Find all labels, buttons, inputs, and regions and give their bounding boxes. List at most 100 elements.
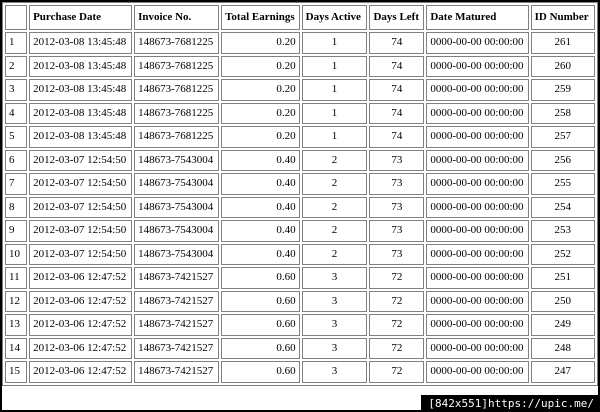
table-row: 12 2012-03-06 12:47:52 148673-7421527 0.60 3…	[5, 290, 595, 312]
table-row: 5 2012-03-08 13:45:48 148673-7681225 0.20 1 7…	[5, 126, 595, 148]
table-row: 11 2012-03-06 12:47:52 148673-7421527 0.60 3…	[5, 267, 595, 289]
days-left-cell: 74	[369, 102, 425, 124]
days-left-cell: 74	[369, 126, 425, 148]
id-number-cell: 259	[530, 79, 595, 101]
id-number-cell: 261	[530, 32, 595, 54]
screenshot-frame: Purchase Date Invoice No. Total Earnings…	[0, 0, 600, 412]
purchase-date-cell: 2012-03-08 13:45:48	[29, 102, 133, 124]
row-index-cell: 7	[5, 173, 28, 195]
days-left-cell: 73	[369, 243, 425, 265]
invoice-no-cell: 148673-7681225	[134, 55, 220, 77]
invoice-no-cell: 148673-7421527	[134, 361, 220, 383]
days-left-cell: 72	[369, 361, 425, 383]
row-index-cell: 2	[5, 55, 28, 77]
invoice-no-cell: 148673-7543004	[134, 196, 220, 218]
purchase-date-cell: 2012-03-08 13:45:48	[29, 32, 133, 54]
table-row: 1 2012-03-08 13:45:48 148673-7681225 0.20 1 7…	[5, 32, 595, 54]
table-row: 8 2012-03-07 12:54:50 148673-7543004 0.40 2 7…	[5, 196, 595, 218]
row-index-cell: 12	[5, 290, 28, 312]
purchase-date-cell: 2012-03-06 12:47:52	[29, 361, 133, 383]
days-left-cell: 73	[369, 220, 425, 242]
days-active-cell: 1	[301, 79, 368, 101]
invoice-no-cell: 148673-7421527	[134, 337, 220, 359]
days-left-cell: 73	[369, 173, 425, 195]
purchase-date-cell: 2012-03-08 13:45:48	[29, 126, 133, 148]
row-index-cell: 10	[5, 243, 28, 265]
days-active-cell: 3	[301, 267, 368, 289]
watermark-text: [842x551]https://upic.me/	[421, 395, 600, 412]
date-matured-cell: 0000-00-00 00:00:00	[426, 196, 529, 218]
days-active-cell: 1	[301, 32, 368, 54]
purchase-date-cell: 2012-03-06 12:47:52	[29, 314, 133, 336]
purchase-date-cell: 2012-03-08 13:45:48	[29, 55, 133, 77]
invoice-no-cell: 148673-7681225	[134, 102, 220, 124]
days-active-cell: 3	[301, 314, 368, 336]
days-left-cell: 72	[369, 290, 425, 312]
purchase-date-cell: 2012-03-07 12:54:50	[29, 243, 133, 265]
table-row: 7 2012-03-07 12:54:50 148673-7543004 0.40 2 7…	[5, 173, 595, 195]
invoice-no-cell: 148673-7543004	[134, 173, 220, 195]
date-matured-cell: 0000-00-00 00:00:00	[426, 32, 529, 54]
table-head: Purchase Date Invoice No. Total Earnings…	[5, 5, 595, 30]
purchase-date-cell: 2012-03-06 12:47:52	[29, 267, 133, 289]
days-active-cell: 1	[301, 102, 368, 124]
column-header-id-number: ID Number	[530, 5, 595, 30]
column-header-days-active: Days Active	[301, 5, 368, 30]
total-earnings-cell: 0.60	[221, 267, 300, 289]
days-left-cell: 74	[369, 55, 425, 77]
total-earnings-cell: 0.40	[221, 196, 300, 218]
total-earnings-cell: 0.60	[221, 361, 300, 383]
id-number-cell: 252	[530, 243, 595, 265]
date-matured-cell: 0000-00-00 00:00:00	[426, 220, 529, 242]
id-number-cell: 257	[530, 126, 595, 148]
row-index-cell: 6	[5, 149, 28, 171]
column-header-days-left: Days Left	[369, 5, 425, 30]
total-earnings-cell: 0.60	[221, 337, 300, 359]
table-row: 4 2012-03-08 13:45:48 148673-7681225 0.20 1 7…	[5, 102, 595, 124]
id-number-cell: 256	[530, 149, 595, 171]
days-left-cell: 72	[369, 337, 425, 359]
purchase-date-cell: 2012-03-07 12:54:50	[29, 149, 133, 171]
row-index-cell: 14	[5, 337, 28, 359]
days-left-cell: 72	[369, 267, 425, 289]
days-active-cell: 2	[301, 196, 368, 218]
days-left-cell: 74	[369, 79, 425, 101]
date-matured-cell: 0000-00-00 00:00:00	[426, 290, 529, 312]
total-earnings-cell: 0.20	[221, 126, 300, 148]
invoice-no-cell: 148673-7681225	[134, 32, 220, 54]
row-index-cell: 3	[5, 79, 28, 101]
id-number-cell: 260	[530, 55, 595, 77]
row-index-cell: 9	[5, 220, 28, 242]
days-left-cell: 73	[369, 149, 425, 171]
date-matured-cell: 0000-00-00 00:00:00	[426, 267, 529, 289]
total-earnings-cell: 0.40	[221, 149, 300, 171]
total-earnings-cell: 0.40	[221, 243, 300, 265]
table-row: 13 2012-03-06 12:47:52 148673-7421527 0.60 3…	[5, 314, 595, 336]
total-earnings-cell: 0.20	[221, 102, 300, 124]
column-header-date-matured: Date Matured	[426, 5, 529, 30]
days-active-cell: 1	[301, 126, 368, 148]
days-active-cell: 3	[301, 361, 368, 383]
purchase-date-cell: 2012-03-07 12:54:50	[29, 196, 133, 218]
column-header-index	[5, 5, 28, 30]
column-header-purchase-date: Purchase Date	[29, 5, 133, 30]
days-left-cell: 73	[369, 196, 425, 218]
date-matured-cell: 0000-00-00 00:00:00	[426, 55, 529, 77]
column-header-invoice-no: Invoice No.	[134, 5, 220, 30]
days-active-cell: 2	[301, 173, 368, 195]
table-body: 1 2012-03-08 13:45:48 148673-7681225 0.20 1 7…	[5, 32, 595, 383]
row-index-cell: 13	[5, 314, 28, 336]
column-header-total-earnings: Total Earnings	[221, 5, 300, 30]
date-matured-cell: 0000-00-00 00:00:00	[426, 243, 529, 265]
table-row: 3 2012-03-08 13:45:48 148673-7681225 0.20 1 7…	[5, 79, 595, 101]
total-earnings-cell: 0.20	[221, 79, 300, 101]
date-matured-cell: 0000-00-00 00:00:00	[426, 126, 529, 148]
days-active-cell: 2	[301, 243, 368, 265]
purchase-date-cell: 2012-03-06 12:47:52	[29, 290, 133, 312]
invoice-no-cell: 148673-7681225	[134, 126, 220, 148]
table-row: 10 2012-03-07 12:54:50 148673-7543004 0.40 2…	[5, 243, 595, 265]
id-number-cell: 249	[530, 314, 595, 336]
purchase-date-cell: 2012-03-08 13:45:48	[29, 79, 133, 101]
id-number-cell: 255	[530, 173, 595, 195]
row-index-cell: 5	[5, 126, 28, 148]
